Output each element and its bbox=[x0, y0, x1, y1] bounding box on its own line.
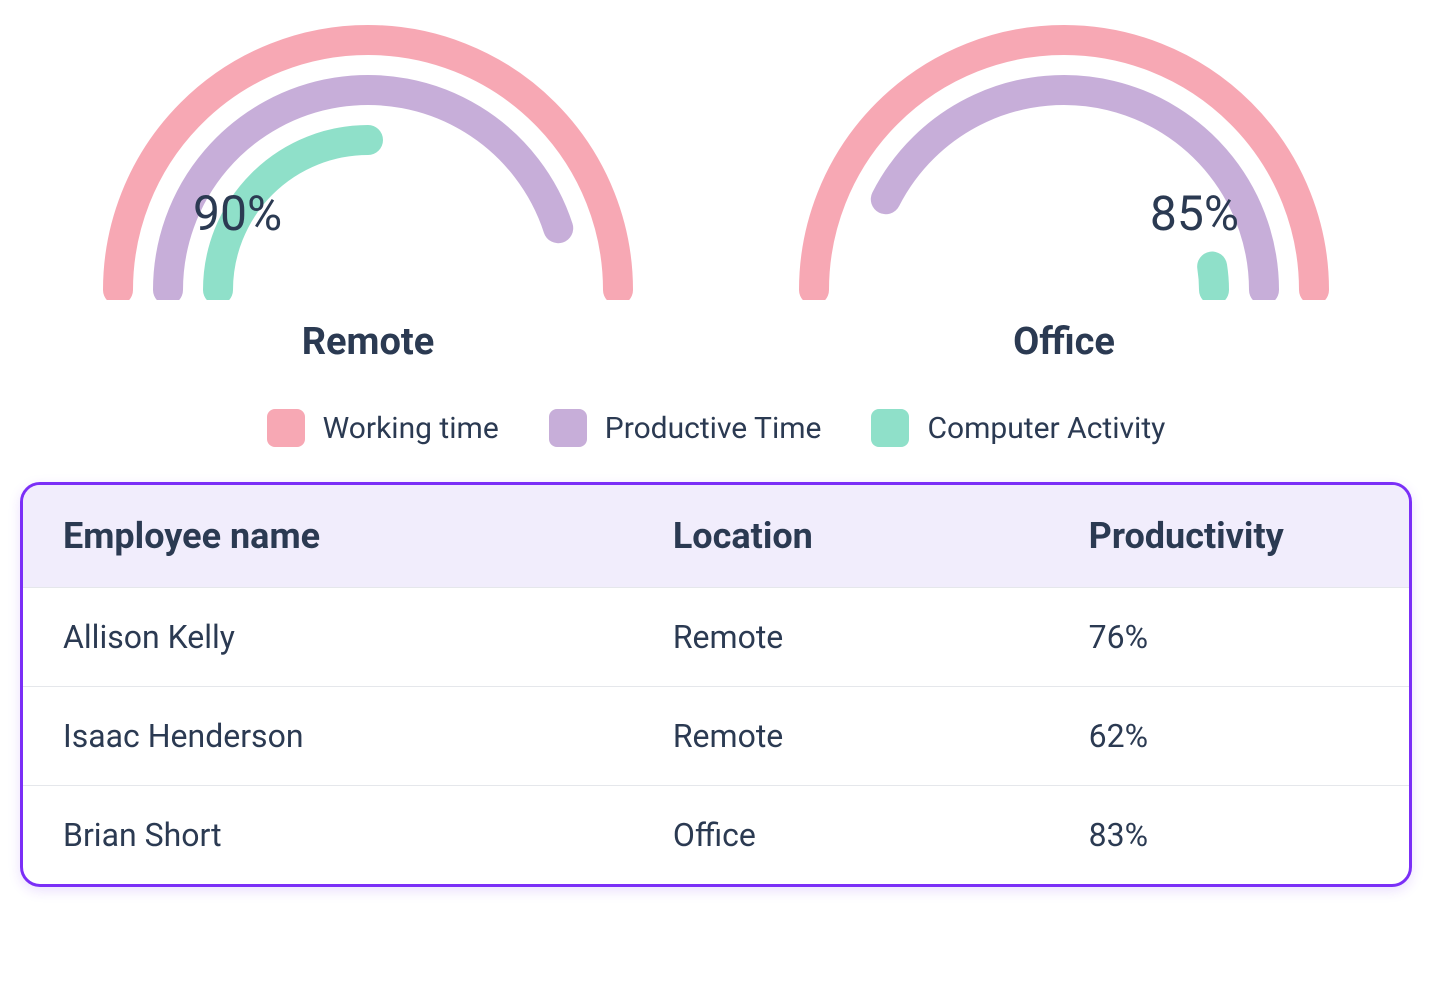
arc-computer_activity bbox=[1212, 267, 1214, 290]
cell-productivity: 62% bbox=[1049, 687, 1409, 786]
gauges-row: 90% Remote 85% Office bbox=[20, 20, 1412, 364]
col-employee-name: Employee name bbox=[23, 485, 633, 588]
legend-label: Productive Time bbox=[605, 411, 822, 446]
cell-location: Remote bbox=[633, 687, 1049, 786]
legend-label: Computer Activity bbox=[927, 411, 1165, 446]
cell-name: Brian Short bbox=[23, 786, 633, 885]
cell-location: Office bbox=[633, 786, 1049, 885]
legend-item-computer-activity: Computer Activity bbox=[871, 409, 1165, 447]
cell-productivity: 76% bbox=[1049, 588, 1409, 687]
cell-location: Remote bbox=[633, 588, 1049, 687]
gauge-office-title: Office bbox=[1013, 320, 1115, 364]
legend-item-working-time: Working time bbox=[267, 409, 499, 447]
legend-label: Working time bbox=[323, 411, 499, 446]
gauge-office: 85% Office bbox=[784, 20, 1344, 364]
gauge-office-arcs bbox=[784, 20, 1344, 300]
employee-table: Employee name Location Productivity Alli… bbox=[23, 485, 1409, 884]
legend-swatch bbox=[267, 409, 305, 447]
cell-name: Isaac Henderson bbox=[23, 687, 633, 786]
col-location: Location bbox=[633, 485, 1049, 588]
legend-item-productive-time: Productive Time bbox=[549, 409, 822, 447]
gauge-office-percent: 85% bbox=[1150, 185, 1239, 242]
employee-table-card: Employee name Location Productivity Alli… bbox=[20, 482, 1412, 887]
gauge-remote: 90% Remote bbox=[88, 20, 648, 364]
cell-productivity: 83% bbox=[1049, 786, 1409, 885]
legend-swatch bbox=[871, 409, 909, 447]
cell-name: Allison Kelly bbox=[23, 588, 633, 687]
legend: Working time Productive Time Computer Ac… bbox=[20, 409, 1412, 447]
gauge-remote-arcs bbox=[88, 20, 648, 300]
table-header-row: Employee name Location Productivity bbox=[23, 485, 1409, 588]
gauge-remote-percent: 90% bbox=[193, 185, 282, 242]
col-productivity: Productivity bbox=[1049, 485, 1409, 588]
table-row: Allison KellyRemote76% bbox=[23, 588, 1409, 687]
gauge-remote-title: Remote bbox=[302, 320, 435, 364]
table-row: Brian ShortOffice83% bbox=[23, 786, 1409, 885]
legend-swatch bbox=[549, 409, 587, 447]
table-row: Isaac HendersonRemote62% bbox=[23, 687, 1409, 786]
